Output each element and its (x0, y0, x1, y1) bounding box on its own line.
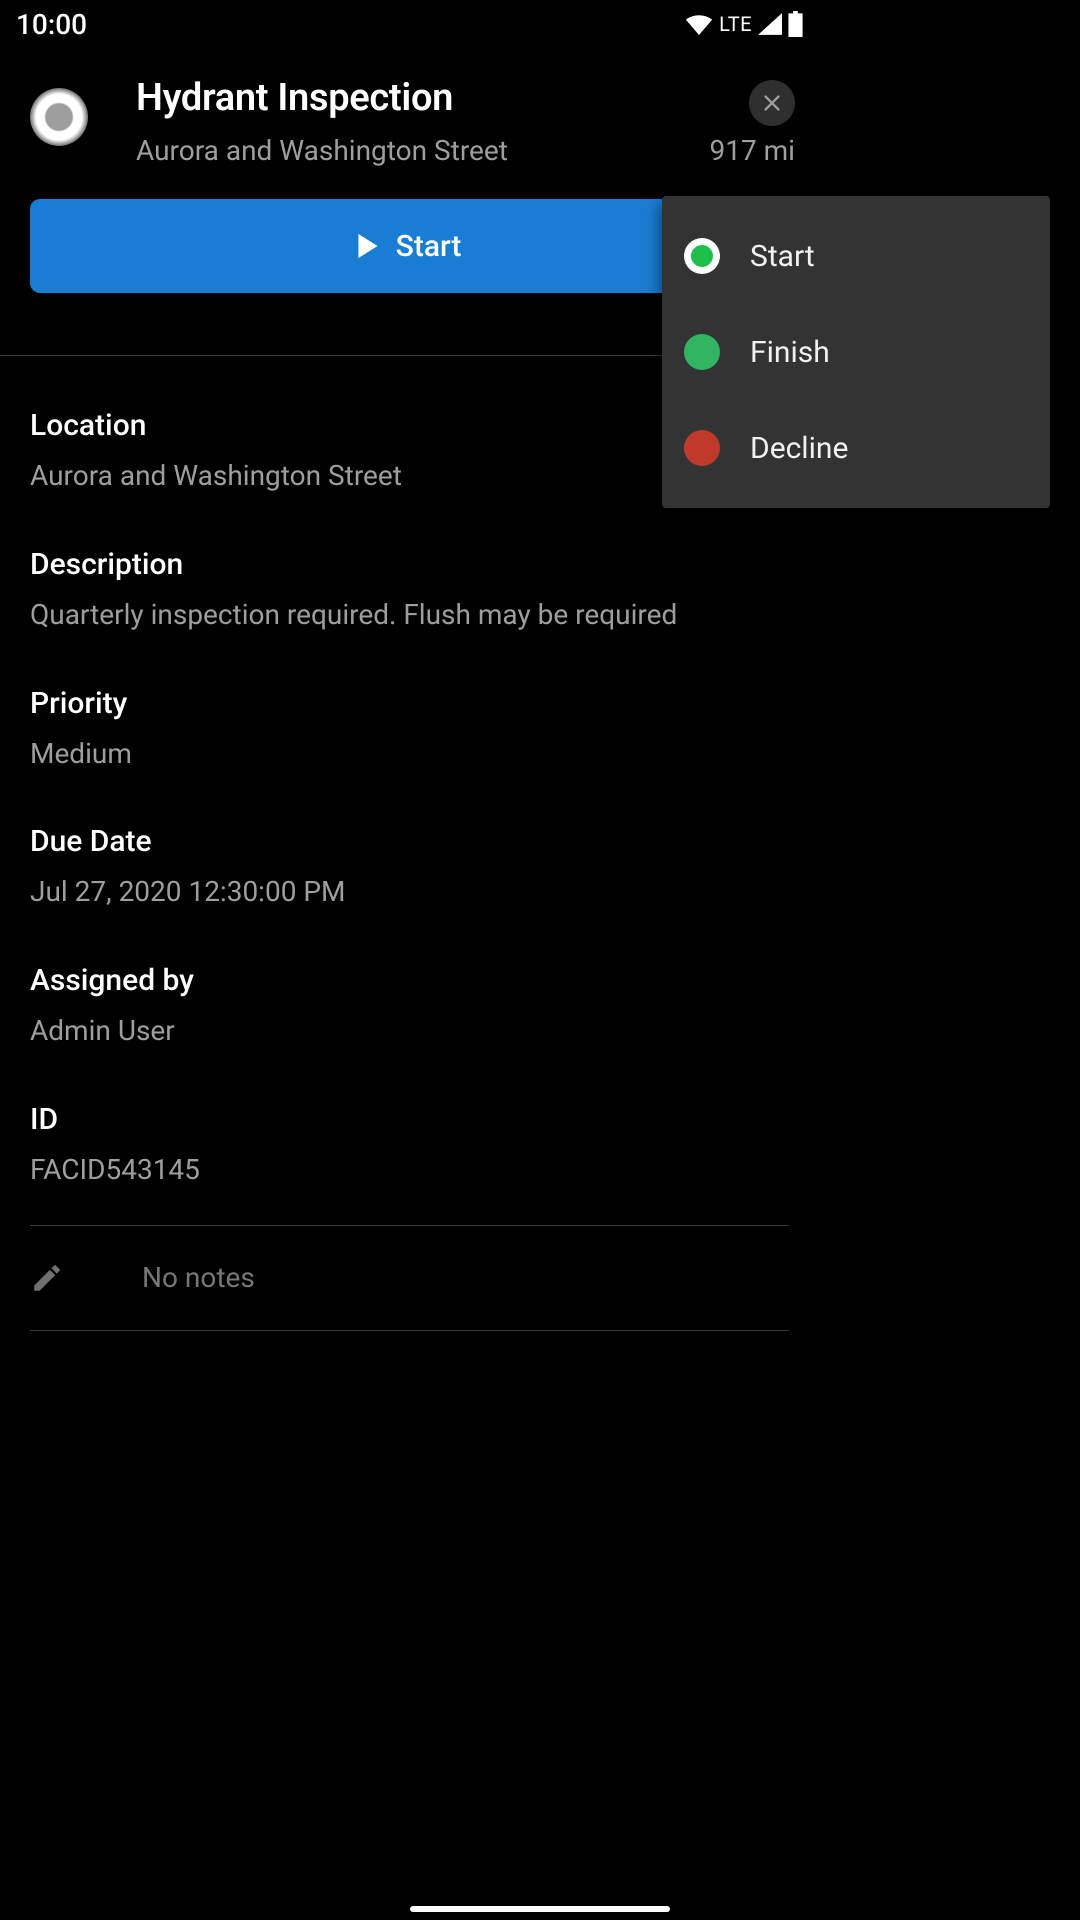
field-label: ID (30, 1102, 789, 1137)
status-icons: LTE (685, 11, 803, 37)
network-label: LTE (719, 12, 752, 36)
play-icon (358, 234, 378, 258)
cell-signal-icon (758, 13, 782, 35)
status-time: 10:00 (16, 8, 87, 41)
close-icon (761, 92, 783, 114)
start-button-label: Start (396, 229, 462, 264)
pencil-icon (30, 1261, 64, 1295)
field-id: ID FACID543145 (30, 1102, 789, 1189)
menu-item-finish[interactable]: Finish (662, 304, 1050, 400)
field-description: Description Quarterly inspection require… (30, 547, 789, 634)
field-label: Priority (30, 686, 789, 721)
field-due-date: Due Date Jul 27, 2020 12:30:00 PM (30, 824, 789, 911)
wifi-icon (685, 13, 713, 35)
notes-placeholder: No notes (142, 1261, 255, 1294)
menu-item-decline[interactable]: Decline (662, 400, 1050, 496)
page-title: Hydrant Inspection (136, 76, 795, 120)
field-label: Description (30, 547, 789, 582)
details-section: Location Aurora and Washington Street De… (0, 408, 819, 1189)
status-ring-icon (30, 88, 88, 146)
header-text: Hydrant Inspection Aurora and Washington… (136, 76, 795, 167)
divider (30, 1330, 789, 1331)
status-dot-start-icon (684, 238, 720, 274)
home-indicator[interactable] (410, 1906, 670, 1912)
battery-icon (788, 11, 803, 37)
distance-label: 917 mi (709, 134, 795, 167)
field-label: Due Date (30, 824, 789, 859)
menu-item-label: Finish (750, 335, 830, 370)
field-value: Jul 27, 2020 12:30:00 PM (30, 873, 789, 911)
status-dot-finish-icon (684, 334, 720, 370)
close-button[interactable] (749, 80, 795, 126)
field-value: Quarterly inspection required. Flush may… (30, 596, 789, 634)
field-assigned-by: Assigned by Admin User (30, 963, 789, 1050)
field-priority: Priority Medium (30, 686, 789, 773)
action-menu: Start Finish Decline (662, 196, 1050, 508)
menu-item-label: Decline (750, 431, 848, 466)
header: Hydrant Inspection Aurora and Washington… (0, 48, 819, 187)
notes-row[interactable]: No notes (0, 1226, 819, 1330)
field-value: Admin User (30, 1012, 789, 1050)
field-value: Medium (30, 735, 789, 773)
menu-item-label: Start (750, 239, 815, 274)
page-subtitle: Aurora and Washington Street (136, 134, 508, 167)
field-label: Assigned by (30, 963, 789, 998)
menu-item-start[interactable]: Start (662, 208, 1050, 304)
field-value: FACID543145 (30, 1151, 789, 1189)
status-bar: 10:00 LTE (0, 0, 819, 48)
status-dot-decline-icon (684, 430, 720, 466)
